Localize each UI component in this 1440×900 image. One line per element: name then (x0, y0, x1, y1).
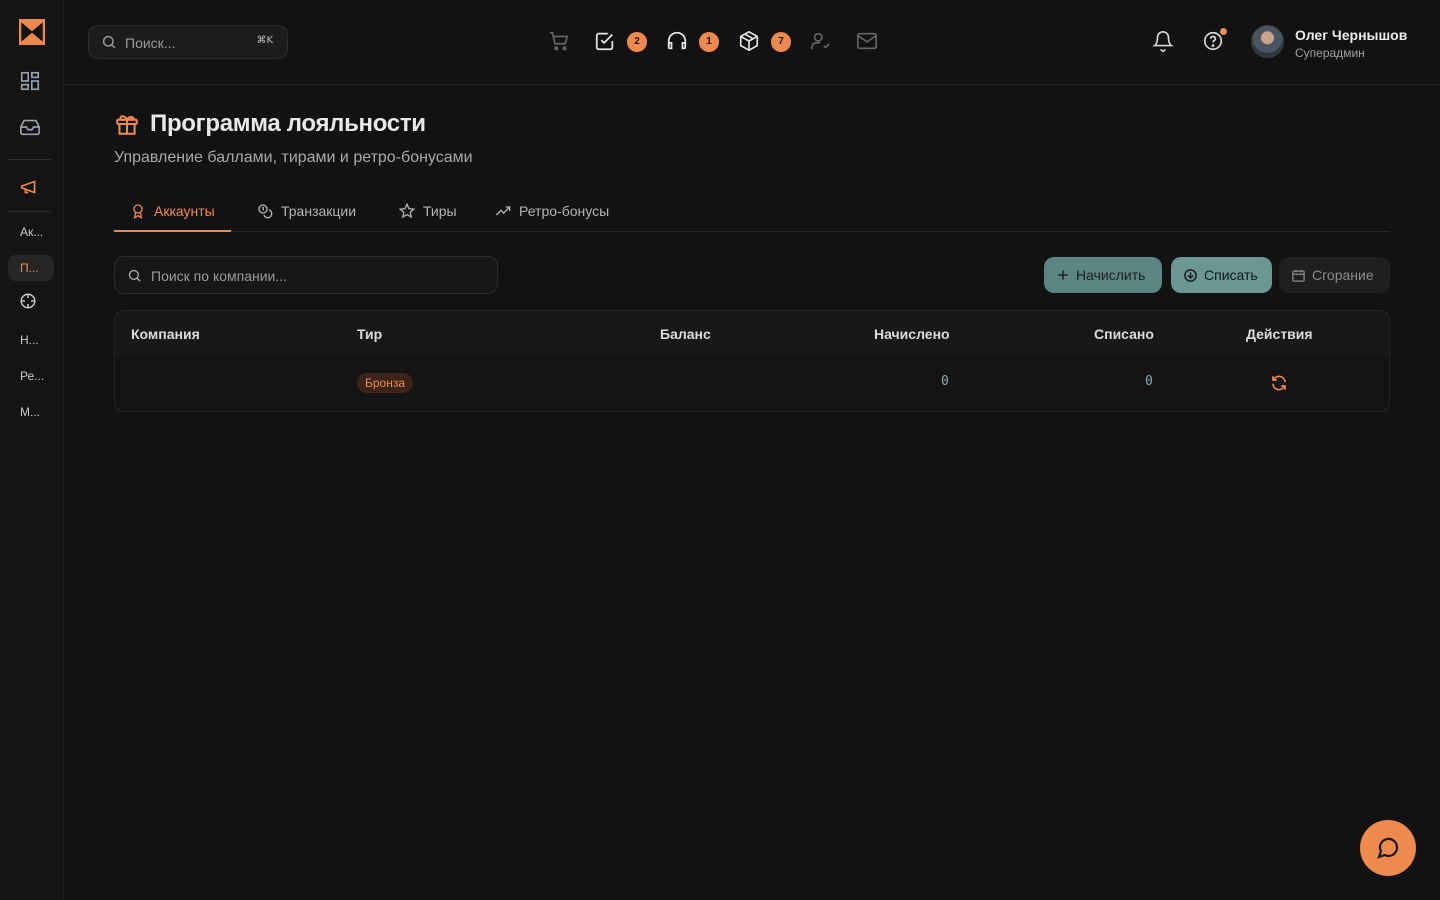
accounts-table: Компания Тир Баланс Начислено Списано Де… (114, 310, 1390, 412)
accrued-value: 0 (941, 374, 949, 389)
sidebar-item-accounts[interactable]: Ак... (8, 219, 54, 245)
tab-tiers[interactable]: Тиры (383, 191, 473, 231)
message-circle-icon (1376, 836, 1400, 860)
award-icon (130, 203, 146, 219)
crosshair-icon[interactable] (19, 292, 43, 316)
column-header-balance[interactable]: Баланс (660, 326, 711, 342)
tab-label: Аккаунты (154, 202, 215, 219)
column-header-company[interactable]: Компания (131, 326, 200, 342)
packages-badge: 7 (771, 32, 791, 52)
cart-icon[interactable] (548, 30, 570, 52)
sidebar-divider (8, 159, 52, 160)
tab-accounts[interactable]: Аккаунты (114, 191, 231, 232)
tab-retro-bonuses[interactable]: Ретро-бонусы (479, 191, 625, 231)
accrue-button[interactable]: Начислить (1044, 257, 1162, 293)
tab-label: Тиры (423, 203, 457, 219)
tab-transactions[interactable]: Транзакции (241, 191, 372, 231)
written-off-value: 0 (1145, 374, 1153, 389)
accrue-label: Начислить (1076, 267, 1146, 283)
coins-icon (257, 203, 273, 219)
inbox-icon[interactable] (19, 116, 43, 140)
headphones-icon[interactable] (666, 30, 688, 52)
sidebar-item-5[interactable]: М... (8, 399, 54, 425)
tab-bar: Аккаунты Транзакции Тиры Ретро-бонусы (114, 191, 1390, 232)
sidebar: Ак... П... Н... Ре... М... (0, 0, 64, 900)
dashboard-icon[interactable] (19, 70, 43, 94)
company-search-placeholder: Поиск по компании... (151, 268, 288, 284)
chat-button[interactable] (1360, 820, 1416, 876)
mail-icon[interactable] (856, 30, 878, 52)
bell-icon[interactable] (1152, 29, 1174, 53)
sidebar-item-loyalty[interactable]: П... (8, 255, 54, 281)
column-header-actions: Действия (1246, 326, 1313, 342)
star-icon (399, 203, 415, 219)
column-header-tier[interactable]: Тир (357, 326, 382, 342)
company-search-input[interactable]: Поиск по компании... (114, 256, 498, 294)
package-icon[interactable] (738, 30, 760, 52)
tab-label: Транзакции (281, 203, 357, 219)
search-shortcut: ⌘K (256, 35, 273, 46)
calendar-icon (1291, 268, 1306, 283)
refresh-icon[interactable] (1270, 374, 1288, 392)
top-header: Поиск... ⌘K 2 1 7 Олег Чернышов Суперадм… (64, 0, 1440, 85)
tab-label: Ретро-бонусы (519, 203, 610, 219)
search-icon (101, 34, 117, 50)
tasks-badge: 2 (627, 32, 647, 52)
burn-label: Сгорание (1312, 267, 1374, 283)
avatar[interactable] (1251, 25, 1284, 58)
sidebar-item-3[interactable]: Н... (8, 327, 54, 353)
plus-icon (1056, 268, 1070, 282)
tasks-icon[interactable] (594, 30, 616, 52)
global-search[interactable]: Поиск... ⌘K (88, 25, 288, 59)
logo-icon[interactable] (19, 19, 45, 45)
column-header-accrued[interactable]: Начислено (874, 326, 950, 342)
sidebar-item-4[interactable]: Ре... (8, 363, 54, 389)
page-subtitle: Управление баллами, тирами и ретро-бонус… (114, 149, 473, 166)
page-title: Программа лояльности (150, 110, 426, 137)
search-icon (127, 268, 142, 283)
download-circle-icon (1183, 268, 1198, 283)
user-role: Суперадмин (1295, 46, 1365, 60)
write-off-button[interactable]: Списать (1171, 257, 1272, 293)
table-row[interactable]: Бронза 0 0 (115, 355, 1389, 411)
user-check-icon[interactable] (810, 30, 832, 52)
megaphone-icon[interactable] (19, 176, 43, 200)
trending-up-icon (495, 203, 511, 219)
sidebar-divider (8, 211, 52, 212)
search-placeholder: Поиск... (125, 35, 176, 51)
burn-button[interactable]: Сгорание (1279, 257, 1390, 293)
column-header-written-off[interactable]: Списано (1094, 326, 1154, 342)
gift-icon (114, 111, 140, 137)
user-name[interactable]: Олег Чернышов (1295, 27, 1407, 43)
support-badge: 1 (699, 32, 719, 52)
table-header: Компания Тир Баланс Начислено Списано Де… (115, 311, 1389, 355)
help-notification-dot (1220, 28, 1227, 35)
tier-badge: Бронза (357, 373, 414, 393)
write-off-label: Списать (1204, 267, 1258, 283)
